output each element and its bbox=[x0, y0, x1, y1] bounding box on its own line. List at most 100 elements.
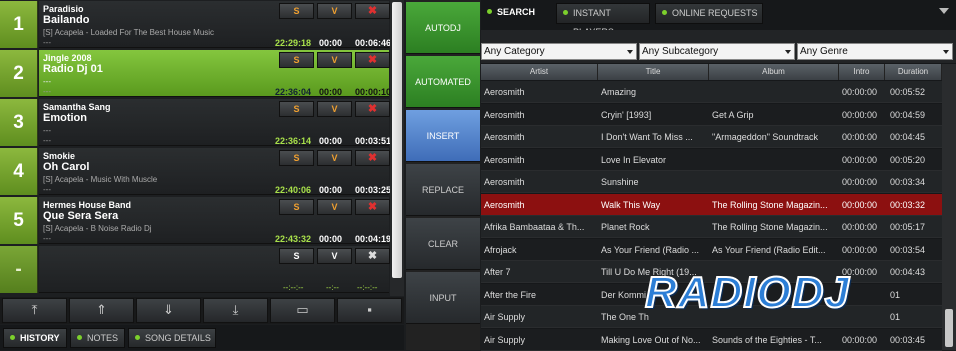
chevron-down-icon bbox=[785, 50, 791, 54]
subcategory-select[interactable]: Any Subcategory bbox=[639, 43, 795, 60]
mode-autodj-button[interactable]: AUTODJ bbox=[406, 2, 480, 54]
cell-album: Get A Grip bbox=[712, 109, 754, 120]
voice-button[interactable]: V bbox=[317, 199, 352, 215]
collapse-icon[interactable] bbox=[939, 8, 949, 14]
table-row[interactable]: Afrojack As Your Friend (Radio ... As Your… bbox=[481, 238, 942, 261]
playlist-nav-bar: ⤒ ⇑ ⇓ ⤓ ▭ ▪ bbox=[0, 297, 404, 324]
genre-select[interactable]: Any Genre bbox=[797, 43, 953, 60]
tab-online-requests[interactable]: ONLINE REQUESTS bbox=[655, 3, 763, 24]
column-header-intro[interactable]: Intro bbox=[839, 64, 885, 80]
cell-title: Sunshine bbox=[601, 177, 639, 187]
cell-album: "Armageddon" Soundtrack bbox=[712, 132, 818, 142]
delete-playlist-icon[interactable]: ▪ bbox=[337, 298, 402, 323]
playlist-empty-slot[interactable]: - S V ✖ --:--:-- --:-- --:--:-- bbox=[0, 245, 404, 294]
sweeper-button[interactable]: S bbox=[279, 199, 314, 215]
tab-song-details[interactable]: SONG DETAILS bbox=[128, 328, 216, 348]
voice-button[interactable]: V bbox=[317, 150, 352, 166]
cell-duration: 00:04:59 bbox=[890, 109, 926, 120]
results-scrollbar-thumb[interactable] bbox=[945, 309, 953, 347]
table-row[interactable]: Aerosmith Walk This Way The Rolling Stone … bbox=[481, 193, 942, 216]
genre-select-value: Any Genre bbox=[800, 46, 848, 57]
table-row[interactable]: Air Supply Making Love Out of No... Sounds… bbox=[481, 328, 942, 351]
voice-button[interactable]: V bbox=[317, 101, 352, 117]
column-header-artist[interactable]: Artist bbox=[481, 64, 598, 80]
playlist-scrollbar[interactable] bbox=[390, 0, 404, 296]
move-to-top-icon[interactable]: ⤒ bbox=[2, 298, 67, 323]
move-to-bottom-icon[interactable]: ⤓ bbox=[203, 298, 268, 323]
playlist-item-duration: --:--:-- bbox=[357, 283, 378, 292]
remove-icon[interactable]: ✖ bbox=[355, 150, 390, 166]
playlist-item-body[interactable]: Paradisio Bailando [S] Acapela - Loaded Fo… bbox=[39, 1, 391, 48]
table-row[interactable]: Aerosmith I Don't Want To Miss ... "Armage… bbox=[481, 126, 942, 148]
table-row[interactable]: Aerosmith Amazing 00:00:00 00:05:52 bbox=[481, 81, 942, 103]
cell-album: The Rolling Stone Magazin... bbox=[712, 222, 828, 232]
table-row[interactable]: Aerosmith Cryin' [1993] Get A Grip 00:00:00… bbox=[481, 103, 942, 126]
cell-duration: 00:05:20 bbox=[890, 154, 926, 165]
playlist-item-extra: --- bbox=[43, 38, 51, 47]
cell-duration: 00:03:34 bbox=[890, 177, 926, 187]
playlist-scrollbar-thumb[interactable] bbox=[392, 2, 402, 278]
mode-clear-button[interactable]: CLEAR bbox=[406, 218, 480, 270]
remove-icon[interactable]: ✖ bbox=[355, 3, 390, 19]
playlist-item-body[interactable]: Samantha Sang Emotion --- --- 22:36:14 00:00 0… bbox=[39, 99, 391, 146]
playlist-item-title: Emotion bbox=[43, 112, 87, 124]
playlist-item[interactable]: 2 Jingle 2008 Radio Dj 01 --- --- 22:36:04 00:… bbox=[0, 49, 404, 98]
cell-intro: 00:00:00 bbox=[842, 199, 878, 210]
mode-automated-button[interactable]: AUTOMATED bbox=[406, 56, 480, 108]
playlist-item[interactable]: 1 Paradisio Bailando [S] Acapela - Loaded F… bbox=[0, 0, 404, 49]
cell-artist: Air Supply bbox=[484, 334, 526, 345]
mode-buttons-panel: AUTODJ AUTOMATED INSERT REPLACE CLEAR INPUT bbox=[406, 0, 480, 350]
table-row[interactable]: Afrika Bambaataa & Th... Planet Rock The R… bbox=[481, 216, 942, 238]
load-playlist-icon[interactable]: ▭ bbox=[270, 298, 335, 323]
cell-intro: 00:00:00 bbox=[842, 244, 878, 255]
cell-title: Planet Rock bbox=[601, 222, 650, 232]
cell-intro: 00:00:00 bbox=[842, 87, 878, 97]
tab-instant-players[interactable]: INSTANT PLAYERS bbox=[556, 3, 650, 37]
sweeper-button[interactable]: S bbox=[279, 101, 314, 117]
category-select[interactable]: Any Category bbox=[481, 43, 637, 60]
playlist-item-body[interactable]: S V ✖ --:--:-- --:-- --:--:-- bbox=[39, 246, 390, 293]
results-scrollbar[interactable] bbox=[942, 64, 956, 350]
sweeper-button[interactable]: S bbox=[279, 52, 314, 68]
playlist-item[interactable]: 3 Samantha Sang Emotion --- --- 22:36:14 00:00… bbox=[0, 98, 404, 147]
playlist-item-extra: --- bbox=[43, 136, 51, 145]
playlist-item-body[interactable]: Hermes House Band Que Sera Sera [S] Acapel… bbox=[39, 197, 391, 244]
mode-replace-button[interactable]: REPLACE bbox=[406, 164, 480, 216]
playlist-item-body[interactable]: Smokie Oh Carol [S] Acapela - Music With M… bbox=[39, 148, 391, 195]
playlist-item-start-time: 22:36:14 bbox=[275, 136, 312, 146]
column-header-duration[interactable]: Duration bbox=[885, 64, 942, 80]
cell-duration: 00:05:17 bbox=[890, 222, 926, 232]
tab-search[interactable]: SEARCH bbox=[481, 3, 557, 24]
remove-icon[interactable]: ✖ bbox=[355, 101, 390, 117]
tab-label: HISTORY bbox=[20, 333, 60, 343]
cell-artist: Afrojack bbox=[484, 244, 517, 255]
voice-button[interactable]: V bbox=[317, 52, 352, 68]
sweeper-button[interactable]: S bbox=[279, 248, 314, 264]
column-header-title[interactable]: Title bbox=[598, 64, 709, 80]
remove-icon[interactable]: ✖ bbox=[355, 248, 390, 264]
tab-notes[interactable]: NOTES bbox=[70, 328, 125, 348]
table-row[interactable]: Aerosmith Sunshine 00:00:00 00:03:34 bbox=[481, 171, 942, 193]
playlist-item[interactable]: 5 Hermes House Band Que Sera Sera [S] Acape… bbox=[0, 196, 404, 245]
remove-icon[interactable]: ✖ bbox=[355, 52, 390, 68]
move-down-icon[interactable]: ⇓ bbox=[136, 298, 201, 323]
playlist-item-artist: Samantha Sang bbox=[43, 102, 111, 112]
voice-button[interactable]: V bbox=[317, 3, 352, 19]
playlist-item[interactable]: 4 Smokie Oh Carol [S] Acapela - Music With … bbox=[0, 147, 404, 196]
sweeper-button[interactable]: S bbox=[279, 3, 314, 19]
column-header-album[interactable]: Album bbox=[709, 64, 839, 80]
tab-label: SEARCH bbox=[497, 7, 536, 17]
table-row[interactable]: Aerosmith Love In Elevator 00:00:00 00:05:2… bbox=[481, 148, 942, 171]
tab-history[interactable]: HISTORY bbox=[3, 328, 67, 348]
playlist-item-start-time: 22:29:18 bbox=[275, 38, 312, 48]
voice-button[interactable]: V bbox=[317, 248, 352, 264]
playlist-item-body[interactable]: Jingle 2008 Radio Dj 01 --- --- 22:36:04 00:0… bbox=[39, 50, 391, 97]
cell-intro: 00:00:00 bbox=[842, 334, 878, 345]
cell-artist: Aerosmith bbox=[484, 87, 525, 97]
remove-icon[interactable]: ✖ bbox=[355, 199, 390, 215]
mode-insert-button[interactable]: INSERT bbox=[406, 110, 480, 162]
sweeper-button[interactable]: S bbox=[279, 150, 314, 166]
move-up-icon[interactable]: ⇑ bbox=[69, 298, 134, 323]
mode-input-button[interactable]: INPUT bbox=[406, 272, 480, 324]
cell-duration: 01 bbox=[890, 312, 901, 322]
